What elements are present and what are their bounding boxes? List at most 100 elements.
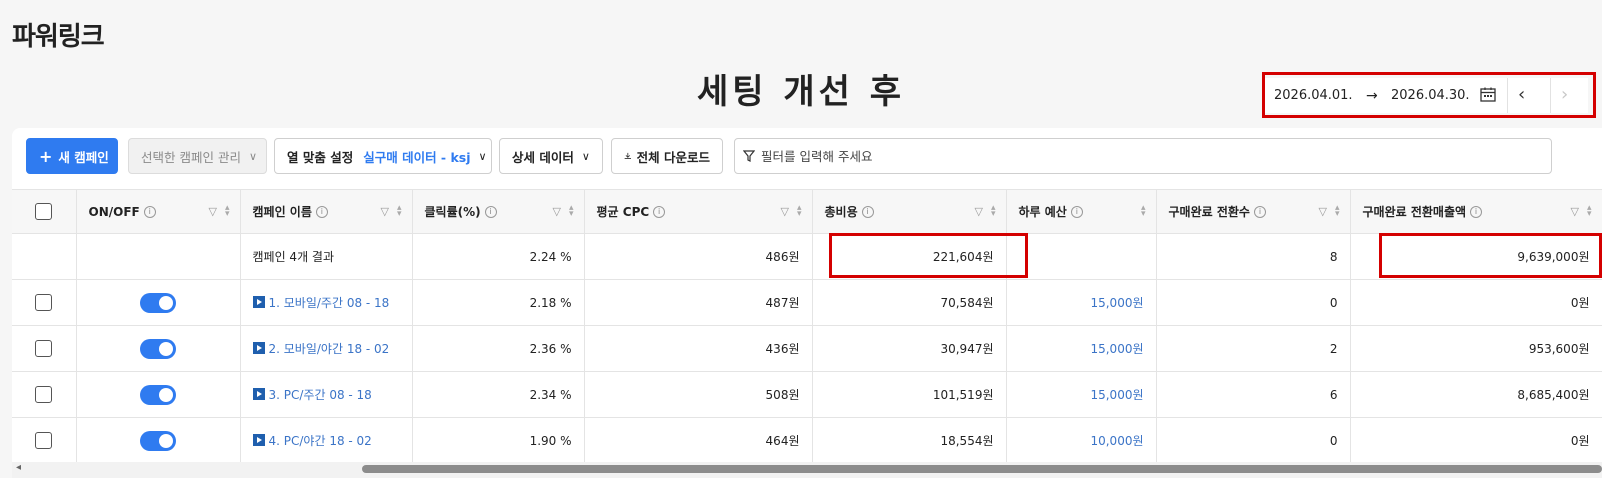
row-cpc: 464원 — [584, 417, 813, 464]
campaign-link[interactable]: 3. PC/주간 08 - 18 — [269, 388, 372, 402]
row-budget: 15,000원 — [1006, 325, 1157, 372]
header-cost[interactable]: 총비용 i ▽ ▴ ▾ — [812, 189, 1007, 234]
info-icon[interactable]: i — [1470, 205, 1483, 218]
info-icon[interactable]: i — [484, 205, 497, 218]
row-select — [12, 417, 77, 464]
sort-icon[interactable]: ▴ ▾ — [1587, 204, 1592, 219]
campaign-link[interactable]: 4. PC/야간 18 - 02 — [269, 434, 372, 448]
budget-link[interactable]: 15,000원 — [1090, 388, 1143, 402]
row-ctr: 2.34 % — [412, 371, 585, 418]
info-icon[interactable]: i — [653, 205, 666, 218]
sort-icon[interactable]: ▴ ▾ — [1141, 204, 1146, 219]
sort-icon[interactable]: ▴ ▾ — [569, 204, 574, 219]
chevron-down-icon: ∨ — [248, 149, 258, 163]
header-onoff[interactable]: ON/OFF i ▽ ▴ ▾ — [76, 189, 241, 234]
budget-link[interactable]: 15,000원 — [1090, 342, 1143, 356]
row-cost: 18,554원 — [812, 417, 1007, 464]
row-ctr: 1.90 % — [412, 417, 585, 464]
sort-icon[interactable]: ▴ ▾ — [991, 204, 996, 219]
header-label: 캠페인 이름 — [252, 205, 312, 219]
filter-icon[interactable]: ▽ — [1571, 205, 1579, 218]
sort-icon[interactable]: ▴ ▾ — [1335, 204, 1340, 219]
date-end[interactable]: 2026.04.30. — [1391, 88, 1470, 103]
onoff-toggle[interactable] — [140, 430, 176, 451]
info-icon[interactable]: i — [143, 205, 156, 218]
filter-icon[interactable]: ▽ — [381, 205, 389, 218]
budget-link[interactable]: 15,000원 — [1090, 296, 1143, 310]
select-all-checkbox[interactable] — [35, 203, 53, 220]
header-budget[interactable]: 하루 예산 i ▴ ▾ — [1006, 189, 1157, 234]
row-campaign-name[interactable]: 1. 모바일/주간 08 - 18 — [240, 279, 413, 326]
row-budget: 15,000원 — [1006, 279, 1157, 326]
sort-icon[interactable]: ▴ ▾ — [797, 204, 802, 219]
manage-selected-button[interactable]: 선택한 캠페인 관리 ∨ — [128, 138, 267, 174]
header-label: 구매완료 전환매출액 — [1362, 205, 1467, 219]
table-header-row: ON/OFF i ▽ ▴ ▾ 캠페인 이름 i ▽ ▴ ▾ 클릭률(%) i ▽ ▴ ▾ 평균 C… — [12, 189, 1602, 234]
filter-icon[interactable]: ▽ — [209, 205, 217, 218]
header-label: 총비용 — [824, 205, 858, 219]
row-campaign-name[interactable]: 4. PC/야간 18 - 02 — [240, 417, 413, 464]
campaign-panel: + 새 캠페인 선택한 캠페인 관리 ∨ 열 맞춤 설정 실구매 데이터 - k… — [12, 128, 1602, 478]
summary-ctr: 2.24 % — [412, 233, 585, 280]
onoff-toggle[interactable] — [140, 338, 176, 359]
row-revenue: 953,600원 — [1350, 325, 1602, 372]
budget-link[interactable]: 10,000원 — [1090, 434, 1143, 448]
row-select — [12, 325, 77, 372]
row-campaign-name[interactable]: 3. PC/주간 08 - 18 — [240, 371, 413, 418]
info-icon[interactable]: i — [1253, 205, 1266, 218]
detail-data-dropdown[interactable]: 상세 데이터 ∨ — [499, 138, 603, 174]
header-cpc[interactable]: 평균 CPC i ▽ ▴ ▾ — [584, 189, 813, 234]
date-range-picker[interactable]: 2026.04.01. → 2026.04.30. ‹ › — [1265, 78, 1588, 113]
new-campaign-button[interactable]: + 새 캠페인 — [26, 138, 118, 174]
table-row: 3. PC/주간 08 - 18 2.34 % 508원 101,519원 15… — [12, 371, 1602, 418]
app-title: 파워링크 — [12, 22, 105, 52]
horizontal-scrollbar[interactable]: ◂ — [12, 462, 1602, 478]
info-icon[interactable]: i — [1070, 205, 1083, 218]
campaign-link[interactable]: 2. 모바일/야간 18 - 02 — [269, 342, 390, 356]
plus-icon: + — [39, 146, 53, 166]
filter-icon[interactable]: ▽ — [975, 205, 983, 218]
filter-box[interactable] — [734, 138, 1552, 174]
filter-input[interactable] — [761, 148, 1541, 164]
row-select — [12, 371, 77, 418]
row-onoff — [76, 325, 241, 372]
header-conversions[interactable]: 구매완료 전환수 i ▽ ▴ ▾ — [1156, 189, 1351, 234]
date-start[interactable]: 2026.04.01. — [1274, 88, 1353, 103]
row-campaign-name[interactable]: 2. 모바일/야간 18 - 02 — [240, 325, 413, 372]
download-all-button[interactable]: 전체 다운로드 — [611, 138, 723, 174]
onoff-toggle[interactable] — [140, 292, 176, 313]
campaign-link[interactable]: 1. 모바일/주간 08 - 18 — [269, 296, 390, 310]
scrollbar-thumb[interactable] — [362, 465, 1602, 473]
filter-icon[interactable]: ▽ — [781, 205, 789, 218]
row-checkbox[interactable] — [35, 386, 53, 403]
row-checkbox[interactable] — [35, 340, 53, 357]
onoff-toggle[interactable] — [140, 384, 176, 405]
summary-empty — [12, 233, 77, 280]
chevron-down-icon: ∨ — [478, 149, 487, 163]
column-setting-dropdown[interactable]: 열 맞춤 설정 실구매 데이터 - ksj ∨ — [274, 138, 492, 174]
chevron-left-icon[interactable]: ‹ — [1518, 84, 1525, 105]
info-icon[interactable]: i — [861, 205, 874, 218]
header-ctr[interactable]: 클릭률(%) i ▽ ▴ ▾ — [412, 189, 585, 234]
row-cpc: 508원 — [584, 371, 813, 418]
campaign-table: ON/OFF i ▽ ▴ ▾ 캠페인 이름 i ▽ ▴ ▾ 클릭률(%) i ▽ ▴ ▾ 평균 C… — [12, 189, 1602, 464]
row-budget: 15,000원 — [1006, 371, 1157, 418]
sort-icon[interactable]: ▴ ▾ — [397, 204, 402, 219]
toolbar: + 새 캠페인 선택한 캠페인 관리 ∨ 열 맞춤 설정 실구매 데이터 - k… — [12, 138, 1602, 174]
header-campaign-name[interactable]: 캠페인 이름 i ▽ ▴ ▾ — [240, 189, 413, 234]
chevron-right-icon[interactable]: › — [1561, 84, 1568, 105]
sort-icon[interactable]: ▴ ▾ — [225, 204, 230, 219]
calendar-icon[interactable] — [1480, 87, 1496, 102]
row-select — [12, 279, 77, 326]
row-checkbox[interactable] — [35, 294, 53, 311]
header-revenue[interactable]: 구매완료 전환매출액 i ▽ ▴ ▾ — [1350, 189, 1602, 234]
info-icon[interactable]: i — [315, 205, 328, 218]
row-revenue: 0원 — [1350, 417, 1602, 464]
row-checkbox[interactable] — [35, 432, 53, 449]
summary-cost: 221,604원 — [812, 233, 1007, 280]
filter-icon[interactable]: ▽ — [553, 205, 561, 218]
filter-icon[interactable]: ▽ — [1319, 205, 1327, 218]
row-onoff — [76, 417, 241, 464]
scroll-left-icon[interactable]: ◂ — [16, 462, 21, 473]
summary-cpc: 486원 — [584, 233, 813, 280]
